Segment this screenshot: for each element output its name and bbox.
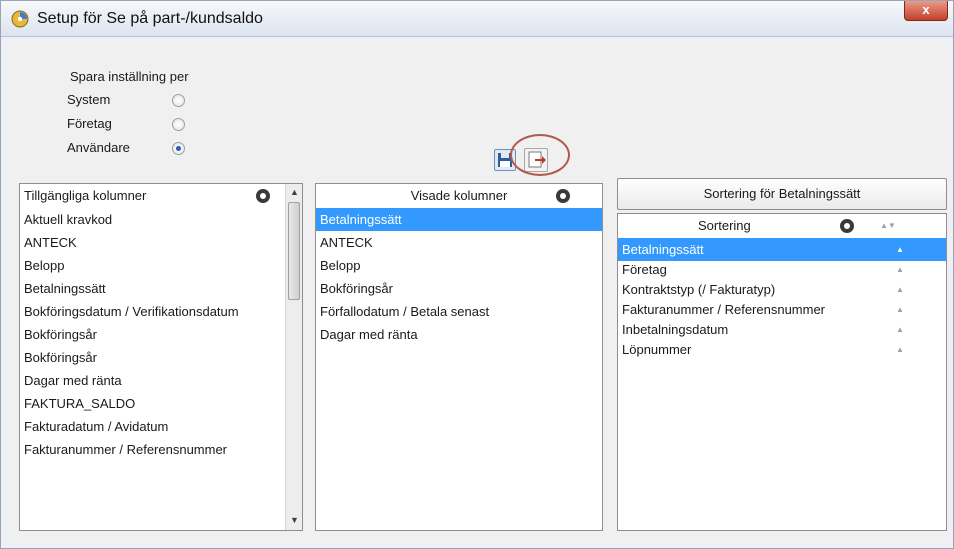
list-item-label: Inbetalningsdatum <box>622 322 729 337</box>
list-item[interactable]: Fakturadatum / Avidatum <box>20 415 286 438</box>
list-item[interactable]: Betalningssätt <box>20 277 286 300</box>
setup-window: Setup för Se på part-/kundsaldo x Spara … <box>0 0 954 549</box>
list-item-selected[interactable]: Betalningssätt <box>316 208 602 231</box>
list-item-label: Löpnummer <box>622 342 692 357</box>
available-columns-header-label: Tillgängliga kolumner <box>24 188 147 203</box>
list-item-label: FAKTURA_SALDO <box>24 396 136 411</box>
list-item[interactable]: ANTECK <box>20 231 286 254</box>
app-icon <box>11 10 29 28</box>
option-system-label: System <box>67 92 111 107</box>
sorting-menu-icon[interactable] <box>840 219 854 233</box>
list-item-label: Kontraktstyp (/ Fakturatyp) <box>622 282 776 297</box>
list-item-label: Betalningssätt <box>320 212 402 227</box>
available-columns-menu-icon[interactable] <box>256 189 270 203</box>
list-item[interactable]: Dagar med ränta <box>316 323 602 346</box>
sorting-header-label: Sortering <box>698 218 751 233</box>
shown-columns-header-label: Visade kolumner <box>410 188 508 203</box>
client-area: Spara inställning per System Företag Anv… <box>9 41 947 541</box>
sorting-for-button-label: Sortering för Betalningssätt <box>703 186 861 201</box>
list-item[interactable]: Dagar med ränta <box>20 369 286 392</box>
save-settings-group: Spara inställning per System Företag Anv… <box>47 61 243 179</box>
list-item-label: Aktuell kravkod <box>24 212 113 227</box>
available-columns-scrollbar[interactable]: ▲ ▼ <box>285 184 302 530</box>
list-item[interactable]: Belopp <box>20 254 286 277</box>
list-item-label: Dagar med ränta <box>320 327 418 342</box>
list-item[interactable]: Bokföringsår <box>316 277 602 300</box>
sort-ascending-icon[interactable]: ▲ <box>896 338 904 361</box>
list-item-label: Betalningssätt <box>622 242 704 257</box>
list-item[interactable]: Bokföringsår <box>20 323 286 346</box>
list-item-label: Bokföringsår <box>24 327 97 342</box>
list-item-label: ANTECK <box>320 235 373 250</box>
option-system-radio[interactable] <box>172 94 185 107</box>
scroll-down-icon[interactable]: ▼ <box>286 512 302 529</box>
option-user-radio[interactable] <box>172 142 185 155</box>
sorting-for-button[interactable]: Sortering för Betalningssätt <box>617 178 947 210</box>
scroll-thumb[interactable] <box>288 202 300 300</box>
shown-columns-list[interactable]: Visade kolumner Betalningssätt ANTECK Be… <box>315 183 603 531</box>
scroll-up-icon[interactable]: ▲ <box>286 184 302 201</box>
title-bar[interactable]: Setup för Se på part-/kundsaldo x <box>1 1 953 37</box>
list-item[interactable]: Löpnummer ▲ <box>618 338 946 361</box>
sort-arrows-icon[interactable]: ▲▼ <box>880 214 896 238</box>
list-item[interactable]: Förfallodatum / Betala senast <box>316 300 602 323</box>
list-item[interactable]: Aktuell kravkod <box>20 208 286 231</box>
available-columns-list[interactable]: Tillgängliga kolumner Aktuell kravkod AN… <box>19 183 303 531</box>
close-icon: x <box>922 2 930 17</box>
shown-columns-menu-icon[interactable] <box>556 189 570 203</box>
option-company-radio[interactable] <box>172 118 185 131</box>
window-title: Setup för Se på part-/kundsaldo <box>37 10 263 27</box>
list-item-label: Bokföringsår <box>24 350 97 365</box>
list-item[interactable]: FAKTURA_SALDO <box>20 392 286 415</box>
list-item[interactable]: Fakturanummer / Referensnummer <box>20 438 286 461</box>
list-item[interactable]: Bokföringsdatum / Verifikationsdatum <box>20 300 286 323</box>
list-item-label: Fakturanummer / Referensnummer <box>24 442 228 457</box>
list-item-label: Belopp <box>24 258 65 273</box>
list-item-label: Förfallodatum / Betala senast <box>320 304 490 319</box>
list-item-label: Företag <box>622 262 667 277</box>
save-settings-title: Spara inställning per <box>70 69 189 84</box>
list-item-label: Bokföringsdatum / Verifikationsdatum <box>24 304 239 319</box>
option-company-label: Företag <box>67 116 112 131</box>
list-item-label: Betalningssätt <box>24 281 106 296</box>
list-item-label: Bokföringsår <box>320 281 393 296</box>
sorting-header[interactable]: Sortering ▲▼ <box>618 214 946 238</box>
list-item-label: Dagar med ränta <box>24 373 122 388</box>
close-button[interactable]: x <box>904 1 948 21</box>
list-item-label: Belopp <box>320 258 361 273</box>
option-user-label: Användare <box>67 140 130 155</box>
list-item-label: Fakturanummer / Referensnummer <box>622 302 826 317</box>
highlight-circle <box>510 134 570 176</box>
list-item[interactable]: ANTECK <box>316 231 602 254</box>
available-columns-header[interactable]: Tillgängliga kolumner <box>20 184 286 208</box>
sorting-list[interactable]: Sortering ▲▼ Betalningssätt ▲ Företag ▲ … <box>617 213 947 531</box>
list-item-label: Fakturadatum / Avidatum <box>24 419 169 434</box>
list-item[interactable]: Belopp <box>316 254 602 277</box>
list-item-label: ANTECK <box>24 235 77 250</box>
list-item[interactable]: Bokföringsår <box>20 346 286 369</box>
